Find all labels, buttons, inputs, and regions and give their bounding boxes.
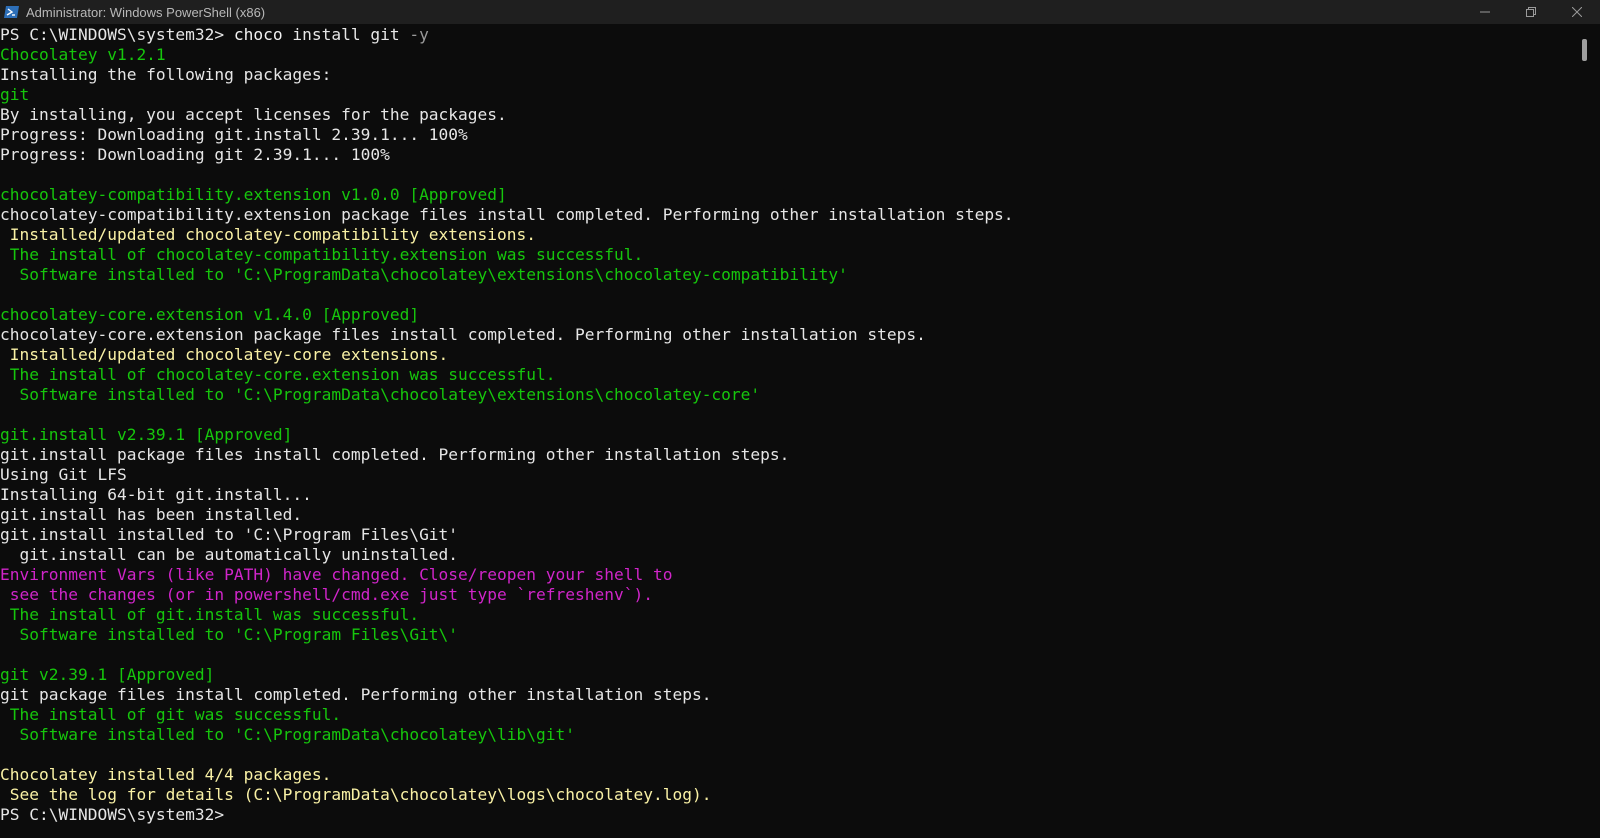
console-line: The install of git was successful. <box>0 705 1570 725</box>
console-text: Installing the following packages: <box>0 65 332 84</box>
restore-button[interactable] <box>1508 0 1554 24</box>
console-line: git.install v2.39.1 [Approved] <box>0 425 1570 445</box>
scrollbar-thumb[interactable] <box>1582 39 1587 61</box>
console-line: git.install package files install comple… <box>0 445 1570 465</box>
window-title: Administrator: Windows PowerShell (x86) <box>26 4 266 20</box>
console-line: see the changes (or in powershell/cmd.ex… <box>0 585 1570 605</box>
console-line: Progress: Downloading git.install 2.39.1… <box>0 125 1570 145</box>
close-icon <box>1572 7 1582 17</box>
console-text: see the changes (or in powershell/cmd.ex… <box>0 585 653 604</box>
console-line: See the log for details (C:\ProgramData\… <box>0 785 1570 805</box>
console-line: Using Git LFS <box>0 465 1570 485</box>
console-output[interactable]: PS C:\WINDOWS\system32> choco install gi… <box>0 25 1570 838</box>
console-line: chocolatey-core.extension package files … <box>0 325 1570 345</box>
console-text: The install of git.install was successfu… <box>0 605 420 624</box>
console-line: Software installed to 'C:\ProgramData\ch… <box>0 385 1570 405</box>
console-line: Installed/updated chocolatey-compatibili… <box>0 225 1570 245</box>
console-text: git.install has been installed. <box>0 505 303 524</box>
console-text: Progress: Downloading git 2.39.1... 100% <box>0 145 390 164</box>
console-line: PS C:\WINDOWS\system32> <box>0 805 1570 825</box>
console-line: PS C:\WINDOWS\system32> choco install gi… <box>0 25 1570 45</box>
console-text: git.install v2.39.1 [Approved] <box>0 425 293 444</box>
console-text: install git <box>282 25 410 44</box>
console-line: Chocolatey installed 4/4 packages. <box>0 765 1570 785</box>
title-bar[interactable]: Administrator: Windows PowerShell (x86) <box>0 0 1600 24</box>
console-line: Software installed to 'C:\ProgramData\ch… <box>0 265 1570 285</box>
console-line: Software installed to 'C:\Program Files\… <box>0 625 1570 645</box>
console-text: Installed/updated chocolatey-core extens… <box>0 345 449 364</box>
console-text: PS C:\WINDOWS\system32> <box>0 805 234 824</box>
console-text: chocolatey-compatibility.extension packa… <box>0 205 1014 224</box>
powershell-window: Administrator: Windows PowerShell (x86) <box>0 0 1600 838</box>
console-line: git v2.39.1 [Approved] <box>0 665 1570 685</box>
console-line: chocolatey-core.extension v1.4.0 [Approv… <box>0 305 1570 325</box>
console-line: git.install can be automatically uninsta… <box>0 545 1570 565</box>
console-line: git.install installed to 'C:\Program Fil… <box>0 525 1570 545</box>
console-text: git.install installed to 'C:\Program Fil… <box>0 525 459 544</box>
console-text: git.install can be automatically uninsta… <box>0 545 459 564</box>
console-text: See the log for details (C:\ProgramData\… <box>0 785 712 804</box>
console-text: Software installed to 'C:\ProgramData\ch… <box>0 725 575 744</box>
minimize-button[interactable] <box>1462 0 1508 24</box>
console-text: -y <box>409 25 429 44</box>
console-line: Installing 64-bit git.install... <box>0 485 1570 505</box>
console-text: Software installed to 'C:\Program Files\… <box>0 625 459 644</box>
console-text: git.install package files install comple… <box>0 445 790 464</box>
console-text: Installing 64-bit git.install... <box>0 485 312 504</box>
console-line: The install of git.install was successfu… <box>0 605 1570 625</box>
console-line: Environment Vars (like PATH) have change… <box>0 565 1570 585</box>
minimize-icon <box>1480 11 1490 13</box>
console-line: chocolatey-compatibility.extension v1.0.… <box>0 185 1570 205</box>
close-button[interactable] <box>1554 0 1600 24</box>
console-text: Chocolatey installed 4/4 packages. <box>0 765 332 784</box>
console-text: Progress: Downloading git.install 2.39.1… <box>0 125 468 144</box>
console-text: The install of chocolatey-core.extension… <box>0 365 556 384</box>
console-line: Installed/updated chocolatey-core extens… <box>0 345 1570 365</box>
console-text: git <box>0 85 30 104</box>
console-line: Software installed to 'C:\ProgramData\ch… <box>0 725 1570 745</box>
console-line: The install of chocolatey-core.extension… <box>0 365 1570 385</box>
console-text: By installing, you accept licenses for t… <box>0 105 507 124</box>
console-text: chocolatey-compatibility.extension v1.0.… <box>0 185 507 204</box>
console-text: Using Git LFS <box>0 465 127 484</box>
console-line: Installing the following packages: <box>0 65 1570 85</box>
console-line: The install of chocolatey-compatibility.… <box>0 245 1570 265</box>
console-text: choco <box>233 25 283 44</box>
console-text: git package files install completed. Per… <box>0 685 712 704</box>
console-text: Installed/updated chocolatey-compatibili… <box>0 225 537 244</box>
vertical-scrollbar[interactable] <box>1570 25 1600 838</box>
console-text: chocolatey-core.extension package files … <box>0 325 926 344</box>
console-line: Progress: Downloading git 2.39.1... 100% <box>0 145 1570 165</box>
console-text: PS C:\WINDOWS\system32> <box>0 25 234 44</box>
console-text: The install of git was successful. <box>0 705 342 724</box>
console-text: Chocolatey v1.2.1 <box>0 45 166 64</box>
console-line: By installing, you accept licenses for t… <box>0 105 1570 125</box>
console-line: git <box>0 85 1570 105</box>
window-controls <box>1462 0 1600 24</box>
console-line: git.install has been installed. <box>0 505 1570 525</box>
console-text: Software installed to 'C:\ProgramData\ch… <box>0 385 761 404</box>
restore-icon <box>1526 7 1536 17</box>
console-text: The install of chocolatey-compatibility.… <box>0 245 644 264</box>
console-line: Chocolatey v1.2.1 <box>0 45 1570 65</box>
powershell-icon <box>4 6 19 18</box>
console-text: Environment Vars (like PATH) have change… <box>0 565 673 584</box>
console-line: git package files install completed. Per… <box>0 685 1570 705</box>
console-text: git v2.39.1 [Approved] <box>0 665 215 684</box>
console-line: chocolatey-compatibility.extension packa… <box>0 205 1570 225</box>
console-text: chocolatey-core.extension v1.4.0 [Approv… <box>0 305 420 324</box>
console-text: Software installed to 'C:\ProgramData\ch… <box>0 265 848 284</box>
